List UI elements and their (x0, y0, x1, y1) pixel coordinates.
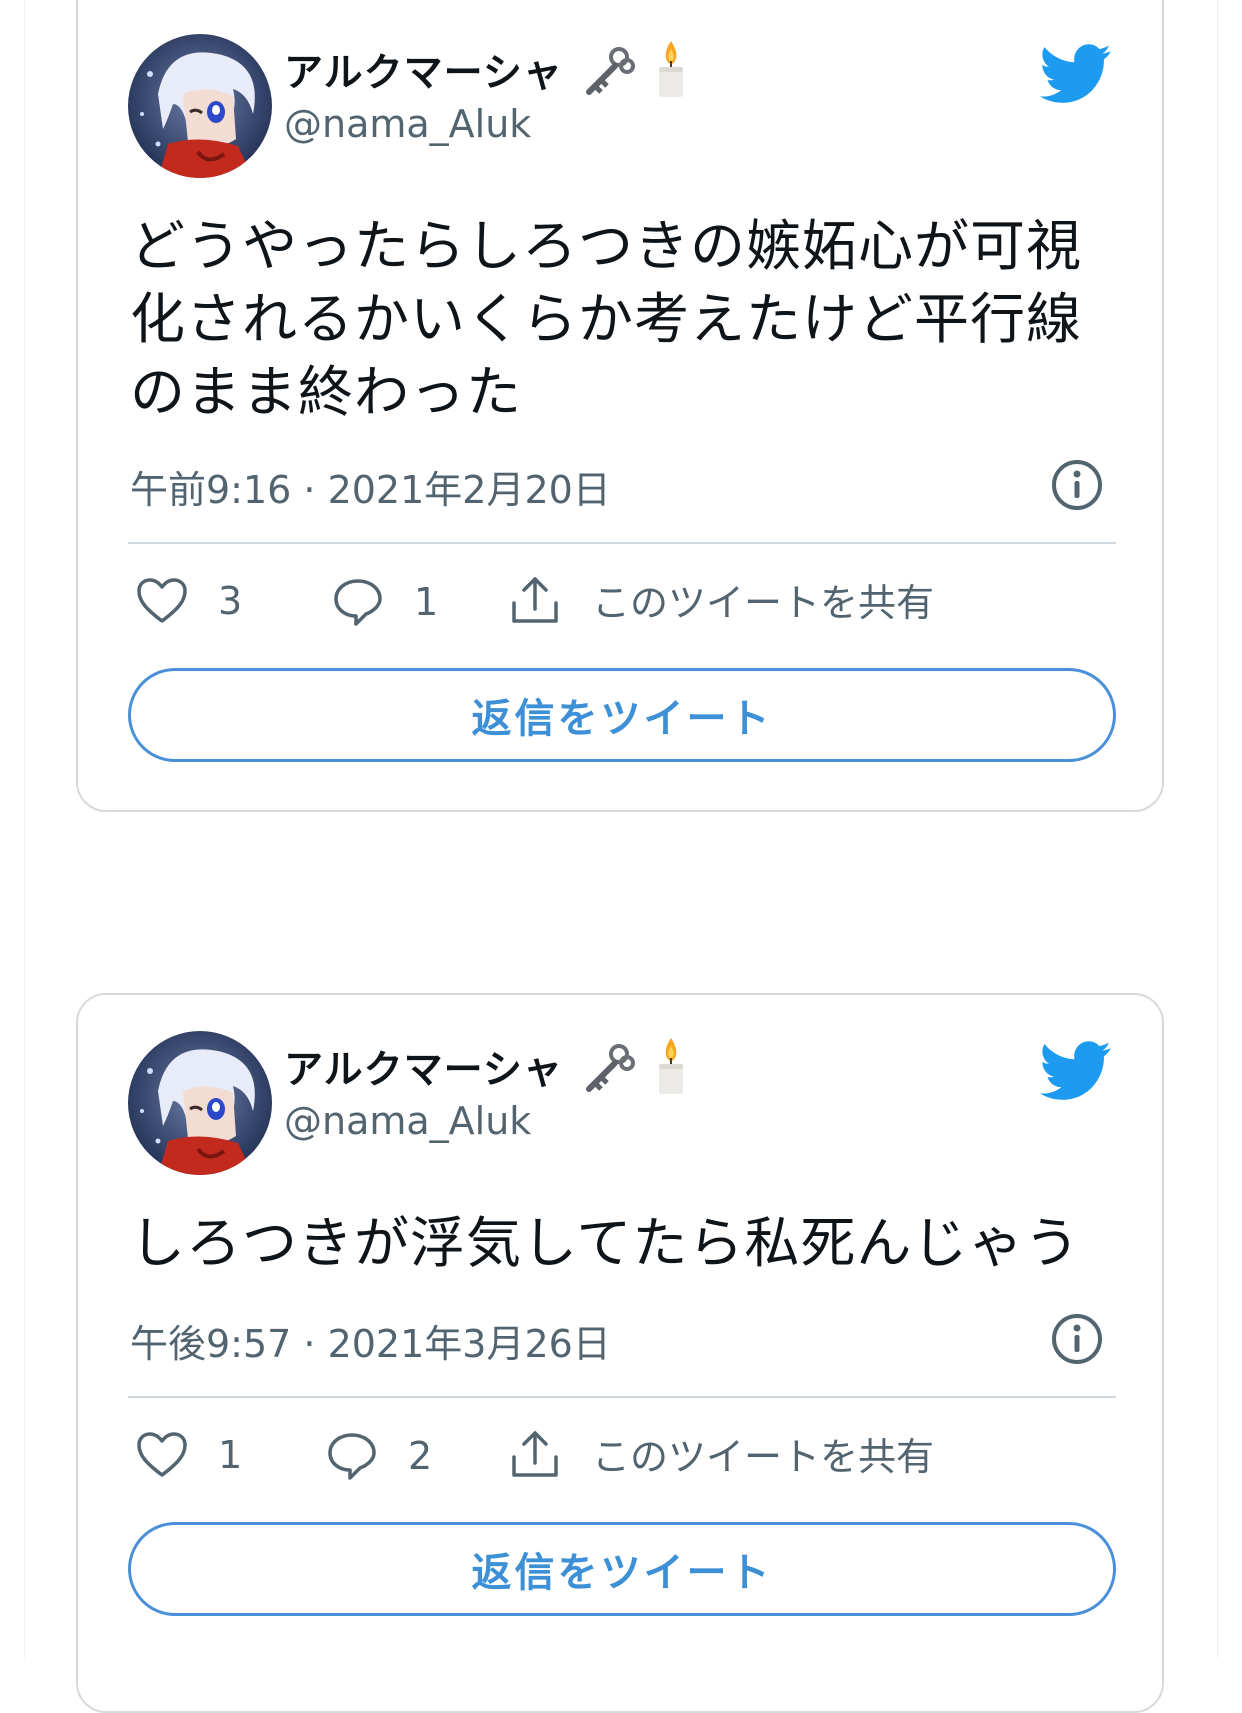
like-count: 1 (218, 1433, 243, 1477)
tweet-reply-button[interactable]: 返信をツイート (128, 1522, 1116, 1616)
heart-icon (137, 578, 187, 623)
tweet-timestamp[interactable]: 午後9:57 · 2021年3月26日 (130, 1313, 611, 1368)
twitter-bird-icon[interactable] (1039, 1041, 1112, 1101)
twitter-bird-icon[interactable] (1039, 44, 1112, 104)
user-handle[interactable]: @nama_Aluk (284, 102, 531, 146)
info-icon[interactable] (1050, 1312, 1104, 1366)
reply-bubble-icon (328, 1433, 376, 1480)
like-action[interactable]: 3 (136, 577, 242, 625)
share-label: このツイートを共有 (592, 1435, 935, 1479)
avatar[interactable] (128, 1031, 272, 1175)
tweet-text-line: のまま終わった (130, 360, 523, 424)
display-name[interactable]: アルクマーシャ (284, 1039, 563, 1095)
old-key-icon (581, 44, 637, 104)
tweet-text-line: 化されるかいくらか考えたけど平行線 (130, 287, 1083, 351)
tweet-reply-button[interactable]: 返信をツイート (128, 668, 1116, 762)
heart-icon (137, 1432, 187, 1477)
reply-action[interactable]: 1 (332, 577, 438, 627)
reply-count: 1 (414, 580, 439, 624)
divider (128, 1396, 1116, 1398)
reply-bubble-icon (334, 579, 382, 626)
user-handle[interactable]: @nama_Aluk (284, 1099, 531, 1143)
tweet-embed-card[interactable]: アルクマーシャ @nama_Aluk どうやったらしろつきの嫉妬心が可視 化され… (76, 0, 1164, 812)
share-icon (512, 1430, 558, 1477)
avatar[interactable] (128, 34, 272, 178)
share-label: このツイートを共有 (592, 581, 935, 625)
divider (128, 542, 1116, 544)
share-icon (512, 576, 558, 623)
reply-action[interactable]: 2 (326, 1431, 432, 1481)
tweet-text: どうやったらしろつきの嫉妬心が可視 化されるかいくらか考えたけど平行線 のまま終… (130, 210, 1110, 429)
tweet-embed-card[interactable]: アルクマーシャ @nama_Aluk しろつきが浮気してたら私死んじゃう 午後9… (76, 993, 1164, 1713)
tweet-text: しろつきが浮気してたら私死んじゃう (130, 1207, 1110, 1280)
share-action[interactable]: このツイートを共有 (508, 1426, 934, 1481)
tweet-text-line: しろつきが浮気してたら私死んじゃう (130, 1211, 1081, 1275)
candle-icon (651, 39, 691, 103)
candle-icon (651, 1036, 691, 1100)
tweet-timestamp[interactable]: 午前9:16 · 2021年2月20日 (130, 459, 611, 514)
share-action[interactable]: このツイートを共有 (508, 572, 934, 627)
info-icon[interactable] (1050, 458, 1104, 512)
like-count: 3 (218, 579, 243, 623)
reply-count: 2 (408, 1434, 433, 1478)
tweet-text-line: どうやったらしろつきの嫉妬心が可視 (130, 214, 1083, 278)
display-name[interactable]: アルクマーシャ (284, 42, 563, 98)
like-action[interactable]: 1 (136, 1431, 242, 1479)
old-key-icon (581, 1041, 637, 1101)
